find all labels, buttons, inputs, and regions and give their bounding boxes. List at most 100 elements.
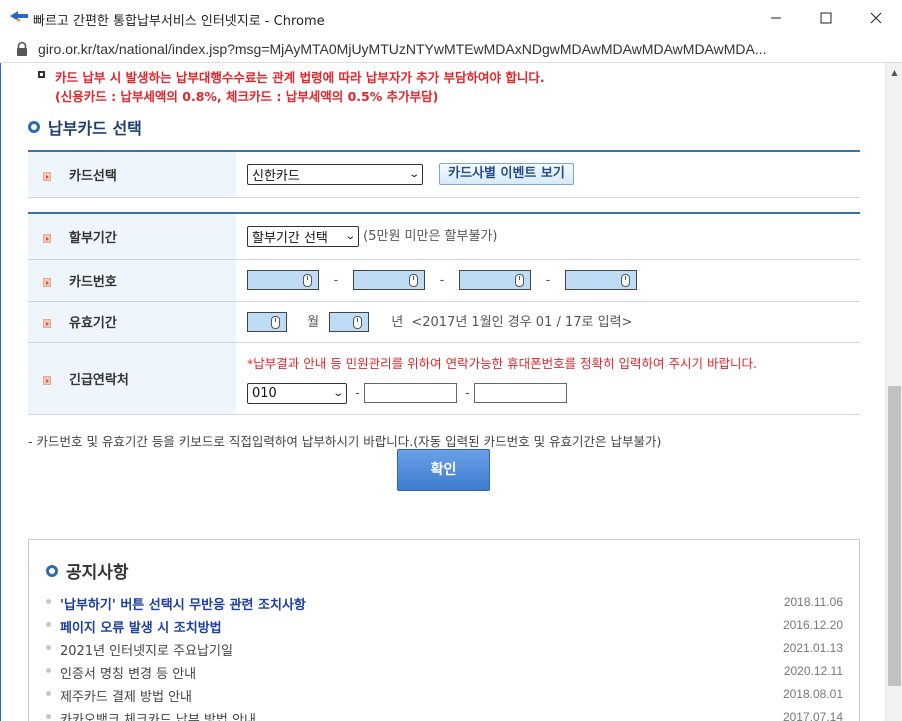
installment-label-cell: 할부기간 bbox=[28, 214, 236, 260]
installment-value-cell: 할부기간 선택 ⌄ (5만원 미만은 할부불가) bbox=[236, 214, 860, 260]
giro-logo-icon bbox=[10, 11, 28, 22]
notice-header: 공지사항 bbox=[46, 558, 129, 583]
dot-bullet-icon bbox=[46, 691, 51, 696]
mouse-icon bbox=[353, 316, 363, 330]
notice-item-title[interactable]: '납부하기' 버튼 선택시 무반응 관련 조치사항 bbox=[60, 594, 306, 613]
dot-bullet-icon bbox=[46, 622, 51, 627]
card-select-table: 카드선택 신한카드 ⌄ 카드사별 이벤트 보기 bbox=[28, 152, 860, 198]
payment-detail-table: 할부기간 할부기간 선택 ⌄ (5만원 미만은 할부불가) 카드번호 - - - 유… bbox=[28, 214, 860, 415]
lock-icon bbox=[17, 41, 27, 56]
dot-bullet-icon bbox=[46, 645, 51, 650]
scroll-thumb[interactable] bbox=[888, 386, 901, 686]
installment-label: 할부기간 bbox=[69, 230, 117, 246]
expiry-year-field[interactable] bbox=[329, 312, 370, 333]
installment-select[interactable]: 할부기간 선택 ⌄ bbox=[247, 226, 359, 248]
mouse-icon bbox=[271, 316, 280, 330]
url-text[interactable]: giro.or.kr/tax/national/index.jsp?msg=Mj… bbox=[38, 41, 888, 57]
separator: - bbox=[333, 272, 339, 288]
notice-item-date: 2020.12.11 bbox=[783, 664, 843, 678]
separator: - bbox=[439, 272, 445, 288]
installment-hint: (5만원 미만은 할부불가) bbox=[363, 229, 498, 245]
separator: - bbox=[355, 385, 360, 401]
scroll-up-arrow-icon[interactable]: ▲ bbox=[886, 68, 902, 80]
phone-middle-input[interactable] bbox=[363, 383, 457, 403]
notice-item[interactable]: 제주카드 결제 방법 안내 2018.08.01 bbox=[46, 684, 843, 707]
keyboard-guide-text: - 카드번호 및 유효기간 등을 키보드로 직접입력하여 납부하시기 바랍니다.… bbox=[28, 434, 662, 449]
year-suffix: 년 bbox=[391, 314, 404, 330]
card-select-label: 카드선택 bbox=[69, 168, 117, 184]
window-title: 빠르고 간편한 통합납부서비스 인터넷지로 - Chrome bbox=[33, 14, 325, 29]
maximize-button[interactable] bbox=[806, 5, 846, 31]
card-event-button[interactable]: 카드사별 이벤트 보기 bbox=[439, 163, 574, 186]
expiry-label: 유효기간 bbox=[69, 316, 117, 331]
circle-bullet-icon bbox=[46, 564, 58, 577]
dot-bullet-icon bbox=[46, 714, 51, 719]
arrow-bullet-icon bbox=[43, 233, 51, 243]
maximize-icon bbox=[820, 12, 832, 24]
arrow-bullet-icon bbox=[43, 171, 51, 181]
card-number-label-cell: 카드번호 bbox=[28, 259, 236, 302]
emergency-row: 긴급연락처 *납부결과 안내 등 민원관리를 위하여 연락가능한 휴대폰번호를 … bbox=[28, 342, 860, 415]
notice-item[interactable]: 카카오뱅크 체크카드 납부 방법 안내 2017.07.14 bbox=[46, 707, 843, 721]
close-button[interactable] bbox=[856, 5, 896, 31]
fee-notice-detail: (신용카드 : 납부세액의 0.8%, 체크카드 : 납부세액의 0.5% 추가… bbox=[55, 89, 439, 104]
notice-item[interactable]: 페이지 오류 발생 시 조치방법 2016.12.20 bbox=[46, 615, 843, 638]
chevron-down-icon: ⌄ bbox=[331, 387, 344, 399]
page-content: 카드 납부 시 발생하는 납부대행수수료는 관계 법령에 따라 납부자가 추가 … bbox=[0, 63, 885, 721]
separator: - bbox=[545, 272, 551, 288]
dot-bullet-icon bbox=[46, 599, 51, 604]
card-select-value-cell: 신한카드 ⌄ 카드사별 이벤트 보기 bbox=[236, 152, 860, 198]
separator: - bbox=[464, 385, 470, 401]
notice-item-title[interactable]: 제주카드 결제 방법 안내 bbox=[60, 686, 192, 705]
minimize-button[interactable] bbox=[756, 5, 796, 31]
mouse-icon bbox=[409, 274, 418, 287]
notice-item-title[interactable]: 인증서 명칭 변경 등 안내 bbox=[60, 663, 196, 682]
card-number-row: 카드번호 - - - bbox=[28, 259, 860, 302]
card-number-field-3[interactable] bbox=[459, 270, 531, 290]
installment-selected: 할부기간 선택 bbox=[252, 231, 328, 247]
emergency-label: 긴급연락처 bbox=[69, 372, 129, 388]
address-bar[interactable]: giro.or.kr/tax/national/index.jsp?msg=Mj… bbox=[0, 35, 902, 63]
notice-item-date: 2016.12.20 bbox=[782, 618, 843, 632]
phone-prefix-select[interactable]: 010 ⌄ bbox=[247, 382, 347, 404]
mouse-icon bbox=[621, 274, 630, 287]
chevron-down-icon: ⌄ bbox=[343, 231, 356, 243]
notice-item-date: 2021.01.13 bbox=[782, 641, 843, 655]
phone-prefix-selected: 010 bbox=[252, 385, 277, 401]
emergency-notice: *납부결과 안내 등 민원관리를 위하여 연락가능한 휴대폰번호를 정확히 입력… bbox=[247, 355, 757, 371]
confirm-button[interactable]: 확인 bbox=[397, 449, 490, 491]
card-number-field-2[interactable] bbox=[353, 270, 425, 290]
notice-item-date: 2018.11.06 bbox=[783, 595, 843, 609]
notice-item[interactable]: 인증서 명칭 변경 등 안내 2020.12.11 bbox=[46, 661, 843, 684]
card-number-field-4[interactable] bbox=[565, 270, 637, 290]
notice-item-title[interactable]: 2021년 인터넷지로 주요납기일 bbox=[60, 640, 233, 659]
expiry-hint: <2017년 1월인 경우 01 / 17로 입력> bbox=[411, 314, 633, 330]
square-bullet-icon bbox=[38, 71, 45, 78]
mouse-icon bbox=[515, 274, 524, 287]
notice-item[interactable]: 2021년 인터넷지로 주요납기일 2021.01.13 bbox=[46, 638, 843, 661]
card-number-label: 카드번호 bbox=[69, 274, 117, 290]
phone-last-input[interactable] bbox=[473, 383, 567, 403]
vertical-scrollbar[interactable]: ▲ bbox=[885, 63, 902, 721]
notice-board: 공지사항 '납부하기' 버튼 선택시 무반응 관련 조치사항 2018.11.0… bbox=[28, 539, 860, 721]
expiry-row: 유효기간 월 년 <2017년 1월인 경우 01 / 17로 입력> bbox=[28, 301, 860, 343]
emergency-label-cell: 긴급연락처 bbox=[28, 342, 236, 415]
fee-notice: 카드 납부 시 발생하는 납부대행수수료는 관계 법령에 따라 납부자가 추가 … bbox=[55, 70, 545, 85]
notice-item[interactable]: '납부하기' 버튼 선택시 무반응 관련 조치사항 2018.11.06 bbox=[46, 592, 843, 615]
card-number-field-1[interactable] bbox=[247, 270, 319, 290]
installment-row: 할부기간 할부기간 선택 ⌄ (5만원 미만은 할부불가) bbox=[28, 214, 860, 260]
expiry-month-field[interactable] bbox=[247, 312, 287, 333]
card-select-row: 카드선택 신한카드 ⌄ 카드사별 이벤트 보기 bbox=[28, 152, 860, 198]
close-icon bbox=[870, 12, 882, 24]
notice-title: 공지사항 bbox=[66, 563, 129, 583]
notice-item-title[interactable]: 페이지 오류 발생 시 조치방법 bbox=[60, 617, 222, 636]
month-suffix: 월 bbox=[307, 314, 320, 330]
section-header: 납부카드 선택 bbox=[28, 115, 142, 139]
card-number-value-cell: --- bbox=[236, 259, 860, 302]
arrow-bullet-icon bbox=[43, 319, 51, 328]
notice-item-title[interactable]: 카카오뱅크 체크카드 납부 방법 안내 bbox=[60, 709, 256, 721]
arrow-bullet-icon bbox=[43, 277, 51, 287]
card-company-selected: 신한카드 bbox=[252, 168, 300, 184]
card-company-select[interactable]: 신한카드 ⌄ bbox=[247, 163, 423, 185]
expiry-value-cell: 월 년 <2017년 1월인 경우 01 / 17로 입력> bbox=[236, 301, 860, 343]
